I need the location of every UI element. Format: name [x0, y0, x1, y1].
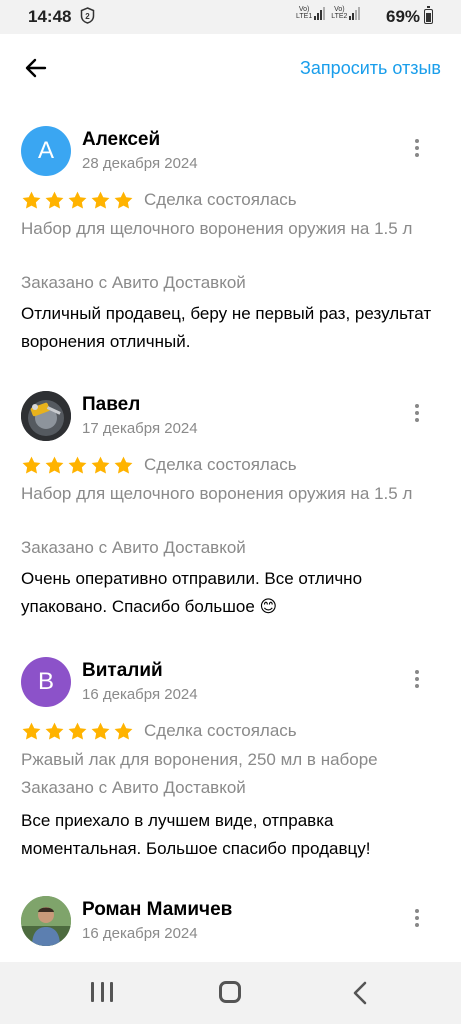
avatar[interactable] — [21, 391, 71, 441]
review-text: Очень оперативно отправили. Все отлично … — [21, 569, 363, 616]
star-icon — [45, 722, 64, 740]
star-icon — [68, 722, 87, 740]
avatar[interactable]: А — [21, 126, 71, 176]
star-icon — [22, 456, 41, 474]
avatar[interactable] — [21, 896, 71, 946]
sim1-signal: Vo) LTE1 — [296, 6, 326, 20]
review-date: 16 декабря 2024 — [82, 925, 198, 942]
status-time: 14:48 — [28, 7, 72, 26]
battery-icon — [424, 6, 433, 24]
more-options-icon[interactable] — [405, 667, 429, 691]
review-item: Набор для щелочного воронения оружия на … — [21, 219, 413, 238]
review-date: 16 декабря 2024 — [82, 686, 198, 703]
star-rating — [21, 721, 134, 742]
more-options-icon[interactable] — [405, 401, 429, 425]
more-options-icon[interactable] — [405, 136, 429, 160]
review-author[interactable]: Роман Мамичев — [82, 899, 232, 921]
deal-status: Сделка состоялась — [144, 455, 297, 474]
review-text: Отличный продавец, беру не первый раз, р… — [21, 304, 432, 351]
sim2-signal: Vo) LTE2 — [331, 6, 361, 20]
star-icon — [68, 191, 87, 209]
arrow-left-icon — [25, 58, 47, 78]
rating-row: Сделка состоялась — [21, 719, 297, 743]
back-chevron-icon[interactable] — [351, 981, 369, 1005]
star-icon — [114, 722, 133, 740]
signal-indicators: Vo) LTE1 Vo) LTE2 — [296, 6, 361, 20]
review-delivery: Заказано с Авито Доставкой — [21, 273, 246, 292]
battery-percent: 69% — [386, 7, 421, 26]
review-date: 28 декабря 2024 — [82, 155, 198, 172]
review-text: Все приехало в лучшем виде, отправка мом… — [21, 811, 371, 858]
home-icon[interactable] — [219, 981, 241, 1003]
star-icon — [91, 456, 110, 474]
review-author[interactable]: Алексей — [82, 129, 160, 151]
star-rating — [21, 455, 134, 476]
sim1-label: LTE1 — [296, 13, 313, 20]
star-icon — [114, 191, 133, 209]
rating-row: Сделка состоялась — [21, 453, 297, 477]
star-icon — [22, 722, 41, 740]
review-author[interactable]: Виталий — [82, 660, 163, 682]
rating-row: Сделка состоялась — [21, 188, 297, 212]
star-icon — [68, 456, 87, 474]
star-icon — [22, 191, 41, 209]
status-bar: 14:48 2 Vo) LTE1 Vo) LTE2 69% — [0, 0, 461, 34]
signal-bars-icon — [349, 6, 361, 20]
star-rating — [21, 190, 134, 211]
review-delivery: Заказано с Авито Доставкой — [21, 778, 246, 797]
review-author[interactable]: Павел — [82, 394, 140, 416]
avatar-photo — [21, 391, 71, 441]
review-item: Набор для щелочного воронения оружия на … — [21, 484, 413, 503]
request-review-button[interactable]: Запросить отзыв — [300, 58, 441, 79]
star-icon — [91, 191, 110, 209]
avatar-photo — [21, 896, 71, 946]
star-icon — [45, 456, 64, 474]
star-icon — [45, 191, 64, 209]
avatar-letter: В — [37, 668, 54, 695]
review-delivery: Заказано с Авито Доставкой — [21, 538, 246, 557]
avatar[interactable]: В — [21, 657, 71, 707]
deal-status: Сделка состоялась — [144, 190, 297, 209]
system-nav-bar — [0, 962, 461, 1024]
back-button[interactable] — [18, 50, 54, 86]
app-bar: Запросить отзыв — [0, 34, 461, 104]
avatar-letter: А — [37, 137, 54, 164]
sim2-label: LTE2 — [331, 13, 348, 20]
svg-text:2: 2 — [85, 12, 90, 21]
more-options-icon[interactable] — [405, 906, 429, 930]
review-date: 17 декабря 2024 — [82, 420, 198, 437]
star-icon — [114, 456, 133, 474]
deal-status: Сделка состоялась — [144, 721, 297, 740]
recent-apps-icon[interactable] — [91, 982, 113, 1002]
review-item: Ржавый лак для воронения, 250 мл в набор… — [21, 750, 378, 769]
star-icon — [91, 722, 110, 740]
signal-bars-icon — [314, 6, 326, 20]
notification-badge-icon: 2 — [80, 7, 95, 24]
